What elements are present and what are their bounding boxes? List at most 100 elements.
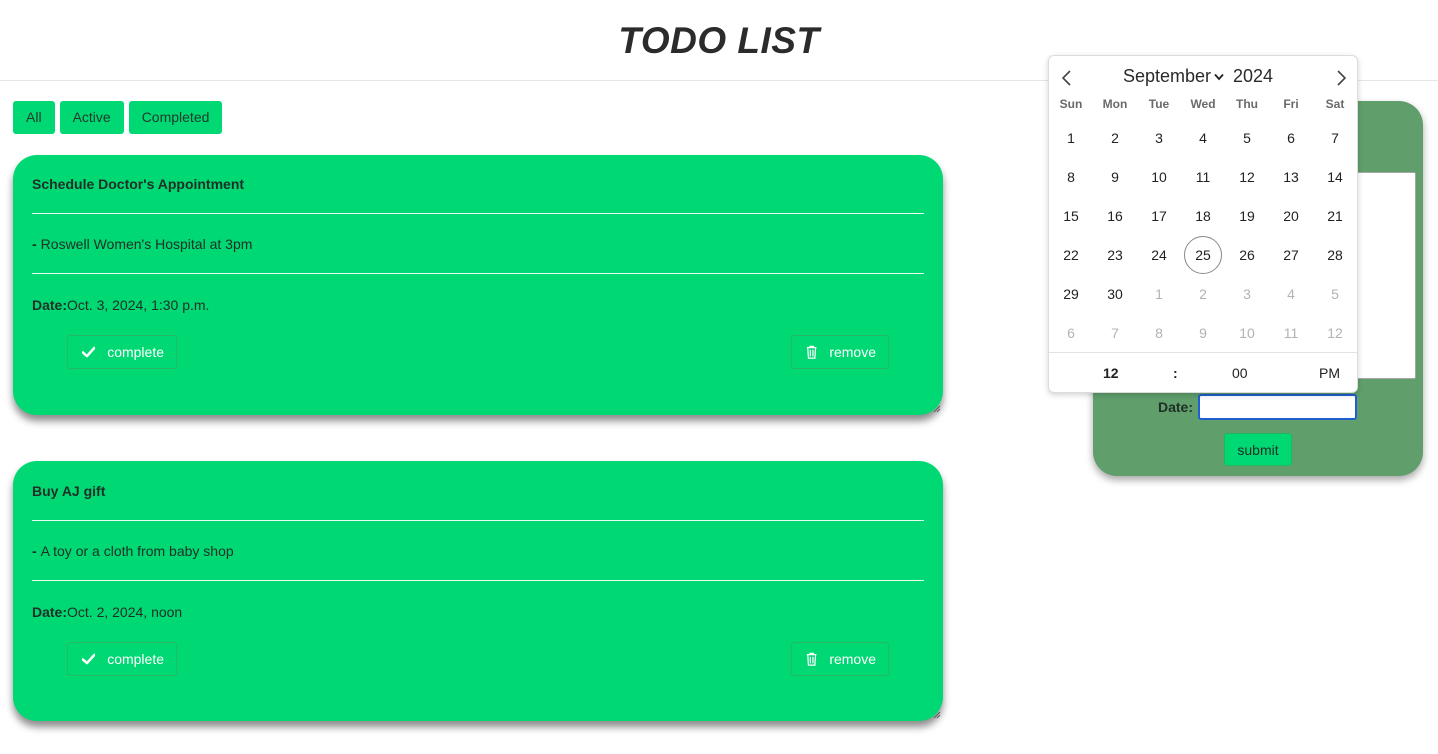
- remove-button[interactable]: remove: [791, 335, 889, 369]
- chevron-right-icon[interactable]: [1331, 68, 1351, 88]
- todo-card: Buy AJ gift -A toy or a cloth from baby …: [13, 461, 943, 721]
- weekday-label: Wed: [1190, 97, 1216, 111]
- minute-field[interactable]: 00: [1232, 365, 1248, 381]
- year-label[interactable]: 2024: [1233, 66, 1273, 87]
- todo-date-label: Date:: [32, 297, 68, 313]
- calendar-day[interactable]: 2: [1184, 275, 1222, 313]
- todo-date: Date:Oct. 3, 2024, 1:30 p.m.: [32, 297, 209, 313]
- calendar-day[interactable]: 1: [1140, 275, 1178, 313]
- filter-bar: All Active Completed: [13, 101, 223, 134]
- todo-description: - Roswell Women's Hospital at 3pm: [32, 236, 252, 252]
- calendar-day[interactable]: 11: [1184, 158, 1222, 196]
- calendar-day[interactable]: 10: [1228, 314, 1266, 352]
- calendar-day[interactable]: 27: [1272, 236, 1310, 274]
- calendar-day[interactable]: 26: [1228, 236, 1266, 274]
- calendar-day[interactable]: 6: [1272, 119, 1310, 157]
- submit-button[interactable]: submit: [1224, 433, 1292, 466]
- calendar-day[interactable]: 22: [1052, 236, 1090, 274]
- calendar-day[interactable]: 4: [1184, 119, 1222, 157]
- calendar-day[interactable]: 24: [1140, 236, 1178, 274]
- calendar-day[interactable]: 9: [1096, 158, 1134, 196]
- divider: [32, 520, 924, 521]
- resize-handle-icon[interactable]: [933, 711, 941, 719]
- desc-bullet: -: [32, 543, 37, 559]
- todo-description-text: A toy or a cloth from baby shop: [40, 543, 234, 559]
- calendar-day[interactable]: 3: [1140, 119, 1178, 157]
- desc-bullet: -: [32, 236, 37, 252]
- weekday-label: Fri: [1283, 97, 1299, 111]
- calendar-day[interactable]: 23: [1096, 236, 1134, 274]
- checkmark-icon: [82, 653, 96, 665]
- todo-title: Buy AJ gift: [32, 483, 106, 499]
- todo-date-label: Date:: [32, 604, 68, 620]
- month-select-value: September: [1123, 66, 1212, 86]
- chevron-down-icon: [1214, 73, 1224, 80]
- todo-description: -A toy or a cloth from baby shop: [32, 543, 234, 559]
- weekday-label: Mon: [1102, 97, 1128, 111]
- weekday-label: Thu: [1236, 97, 1258, 111]
- calendar-day[interactable]: 19: [1228, 197, 1266, 235]
- calendar-day[interactable]: 21: [1316, 197, 1354, 235]
- calendar-day[interactable]: 15: [1052, 197, 1090, 235]
- todo-title: Schedule Doctor's Appointment: [32, 176, 245, 192]
- filter-active-button[interactable]: Active: [59, 101, 124, 134]
- calendar-day[interactable]: 28: [1316, 236, 1354, 274]
- complete-button[interactable]: complete: [67, 335, 177, 369]
- resize-handle-icon[interactable]: [933, 405, 941, 413]
- divider: [32, 580, 924, 581]
- filter-completed-button[interactable]: Completed: [128, 101, 223, 134]
- chevron-left-icon[interactable]: [1057, 68, 1077, 88]
- calendar-day[interactable]: 12: [1316, 314, 1354, 352]
- calendar-day[interactable]: 18: [1184, 197, 1222, 235]
- calendar-day[interactable]: 11: [1272, 314, 1310, 352]
- calendar-day[interactable]: 12: [1228, 158, 1266, 196]
- calendar-day[interactable]: 10: [1140, 158, 1178, 196]
- calendar-day[interactable]: 13: [1272, 158, 1310, 196]
- calendar-day[interactable]: 1: [1052, 119, 1090, 157]
- todo-date-value: Oct. 3, 2024, 1:30 p.m.: [67, 297, 210, 313]
- remove-button[interactable]: remove: [791, 642, 889, 676]
- calendar-day[interactable]: 7: [1316, 119, 1354, 157]
- date-field[interactable]: [1198, 394, 1357, 420]
- date-picker-popup: September 2024 Sun Mon Tue Wed Thu Fri Sat 123…: [1048, 55, 1358, 393]
- todo-description-text: Roswell Women's Hospital at 3pm: [40, 236, 253, 252]
- calendar-day[interactable]: 29: [1052, 275, 1090, 313]
- filter-all-button[interactable]: All: [13, 101, 55, 134]
- weekday-label: Sat: [1325, 97, 1345, 111]
- calendar-day[interactable]: 6: [1052, 314, 1090, 352]
- calendar-day[interactable]: 2: [1096, 119, 1134, 157]
- weekday-label: Sun: [1059, 97, 1083, 111]
- complete-button-label: complete: [107, 344, 164, 360]
- remove-button-label: remove: [829, 344, 876, 360]
- time-separator: :: [1173, 365, 1178, 381]
- calendar-day[interactable]: 5: [1316, 275, 1354, 313]
- todo-card: Schedule Doctor's Appointment - Roswell W…: [13, 155, 943, 415]
- calendar-day[interactable]: 8: [1052, 158, 1090, 196]
- todo-date-value: Oct. 2, 2024, noon: [67, 604, 183, 620]
- calendar-day[interactable]: 8: [1140, 314, 1178, 352]
- remove-button-label: remove: [829, 651, 876, 667]
- complete-button-label: complete: [107, 651, 164, 667]
- calendar-day[interactable]: 20: [1272, 197, 1310, 235]
- ampm-field[interactable]: PM: [1319, 365, 1340, 381]
- calendar-day[interactable]: 7: [1096, 314, 1134, 352]
- divider: [32, 273, 924, 274]
- calendar-day[interactable]: 4: [1272, 275, 1310, 313]
- calendar-day[interactable]: 25: [1184, 236, 1222, 274]
- weekday-label: Tue: [1148, 97, 1170, 111]
- hour-field[interactable]: 12: [1103, 365, 1119, 381]
- complete-button[interactable]: complete: [67, 642, 177, 676]
- calendar-day[interactable]: 3: [1228, 275, 1266, 313]
- calendar-day[interactable]: 5: [1228, 119, 1266, 157]
- calendar-day[interactable]: 9: [1184, 314, 1222, 352]
- divider: [32, 213, 924, 214]
- trash-icon: [806, 652, 817, 666]
- checkmark-icon: [82, 346, 96, 358]
- calendar-day[interactable]: 16: [1096, 197, 1134, 235]
- divider: [1049, 352, 1357, 353]
- calendar-day[interactable]: 30: [1096, 275, 1134, 313]
- calendar-day[interactable]: 17: [1140, 197, 1178, 235]
- month-select[interactable]: September: [1123, 66, 1224, 87]
- trash-icon: [806, 345, 817, 359]
- calendar-day[interactable]: 14: [1316, 158, 1354, 196]
